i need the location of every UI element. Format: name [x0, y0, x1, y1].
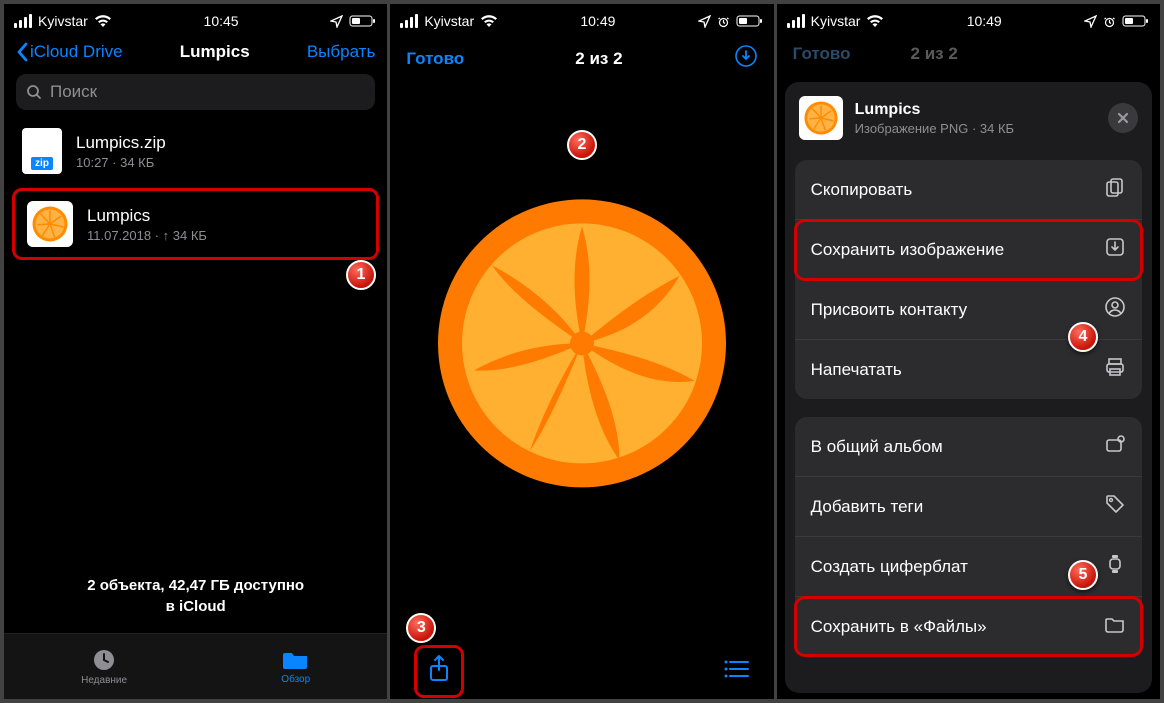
folder-icon: [1104, 613, 1126, 640]
file-name: Lumpics.zip: [76, 133, 166, 153]
image-preview: [432, 193, 732, 498]
action-copy[interactable]: Скопировать: [795, 160, 1142, 220]
clock: 10:45: [204, 13, 239, 29]
image-file-icon: [27, 201, 73, 247]
nav-bar: Готово 2 из 2: [390, 34, 773, 83]
search-input[interactable]: Поиск: [16, 74, 375, 110]
highlighted-file-row: Lumpics 11.07.2018 · ↑ 34 КБ: [12, 188, 379, 260]
done-button[interactable]: Готово: [406, 49, 464, 69]
file-row-zip[interactable]: zip Lumpics.zip 10:27 · 34 КБ: [4, 118, 387, 184]
action-save-image[interactable]: Сохранить изображение: [795, 220, 1142, 280]
close-button[interactable]: [1108, 103, 1138, 133]
location-icon: [698, 15, 711, 28]
search-placeholder: Поиск: [50, 82, 97, 102]
tab-recent[interactable]: Недавние: [81, 647, 127, 686]
nav-bar: iCloud Drive Lumpics Выбрать: [4, 34, 387, 70]
bottom-toolbar: [390, 643, 773, 699]
clock-icon: [91, 647, 117, 673]
marker-3: 3: [406, 613, 436, 643]
shared-album-icon: [1104, 433, 1126, 460]
wifi-icon: [866, 14, 884, 28]
location-icon: [330, 15, 343, 28]
select-button[interactable]: Выбрать: [307, 42, 375, 62]
counter-dimmed: 2 из 2: [911, 44, 958, 64]
file-name: Lumpics: [87, 206, 207, 226]
battery-icon: [736, 14, 764, 28]
tab-bar: Недавние Обзор: [4, 633, 387, 699]
file-row-image[interactable]: Lumpics 11.07.2018 · ↑ 34 КБ: [15, 191, 376, 257]
wifi-icon: [480, 14, 498, 28]
battery-icon: [1122, 14, 1150, 28]
clock: 10:49: [967, 13, 1002, 29]
alarm-icon: [1103, 15, 1116, 28]
carrier-label: Kyivstar: [38, 13, 88, 29]
panel-sharesheet: Kyivstar 10:49 Готово 2 из 2 Lumpics И: [777, 4, 1160, 699]
clock: 10:49: [580, 13, 615, 29]
alarm-icon: [717, 15, 730, 28]
marker-1: 1: [346, 260, 376, 290]
status-bar: Kyivstar 10:49: [390, 4, 773, 34]
sheet-subtitle: Изображение PNG · 34 КБ: [855, 121, 1014, 136]
marker-4: 4: [1068, 322, 1098, 352]
marker-2: 2: [567, 130, 597, 160]
watch-icon: [1104, 553, 1126, 580]
signal-icon: [400, 14, 418, 28]
contact-icon: [1104, 296, 1126, 323]
panel-files: Kyivstar 10:45 iCloud Drive Lumpics: [4, 4, 390, 699]
share-icon: [427, 654, 451, 684]
dimmed-nav: Готово 2 из 2: [777, 34, 1160, 74]
carrier-label: Kyivstar: [424, 13, 474, 29]
search-icon: [26, 84, 42, 100]
back-label: iCloud Drive: [30, 42, 123, 62]
signal-icon: [14, 14, 32, 28]
panel-preview: Kyivstar 10:49 Готово 2 из 2: [390, 4, 776, 699]
download-box-icon: [1104, 236, 1126, 263]
sheet-thumbnail: [799, 96, 843, 140]
action-shared-album[interactable]: В общий альбом: [795, 417, 1142, 477]
action-save-to-files[interactable]: Сохранить в «Файлы»: [795, 597, 1142, 656]
list-icon: [724, 659, 750, 679]
action-add-tags[interactable]: Добавить теги: [795, 477, 1142, 537]
tab-browse[interactable]: Обзор: [281, 648, 310, 685]
file-meta: 11.07.2018 · ↑ 34 КБ: [87, 228, 207, 243]
action-group-1: Скопировать Сохранить изображение Присво…: [795, 160, 1142, 399]
file-meta: 10:27 · 34 КБ: [76, 155, 166, 170]
signal-icon: [787, 14, 805, 28]
copy-icon: [1104, 176, 1126, 203]
storage-footer: 2 объекта, 42,47 ГБ доступно в iCloud: [4, 575, 387, 617]
marker-5: 5: [1068, 560, 1098, 590]
back-button[interactable]: iCloud Drive: [16, 42, 123, 62]
sheet-header: Lumpics Изображение PNG · 34 КБ: [785, 82, 1152, 154]
done-dimmed: Готово: [793, 44, 851, 64]
tag-icon: [1104, 493, 1126, 520]
share-button[interactable]: [414, 645, 464, 698]
battery-icon: [349, 14, 377, 28]
status-bar: Kyivstar 10:45: [4, 4, 387, 34]
page-counter: 2 из 2: [575, 49, 622, 69]
sheet-title: Lumpics: [855, 101, 1014, 119]
status-bar: Kyivstar 10:49: [777, 4, 1160, 34]
close-icon: [1116, 111, 1130, 125]
zip-file-icon: zip: [22, 128, 62, 174]
folder-icon: [282, 648, 310, 672]
three-panel-layout: Kyivstar 10:45 iCloud Drive Lumpics: [0, 0, 1164, 703]
share-sheet: Lumpics Изображение PNG · 34 КБ Скопиров…: [785, 82, 1152, 693]
list-button[interactable]: [724, 659, 750, 684]
print-icon: [1104, 356, 1126, 383]
action-group-2: В общий альбом Добавить теги Создать циф…: [795, 417, 1142, 656]
download-icon[interactable]: [734, 44, 758, 73]
page-title: Lumpics: [180, 42, 250, 62]
location-icon: [1084, 15, 1097, 28]
wifi-icon: [94, 14, 112, 28]
carrier-label: Kyivstar: [811, 13, 861, 29]
